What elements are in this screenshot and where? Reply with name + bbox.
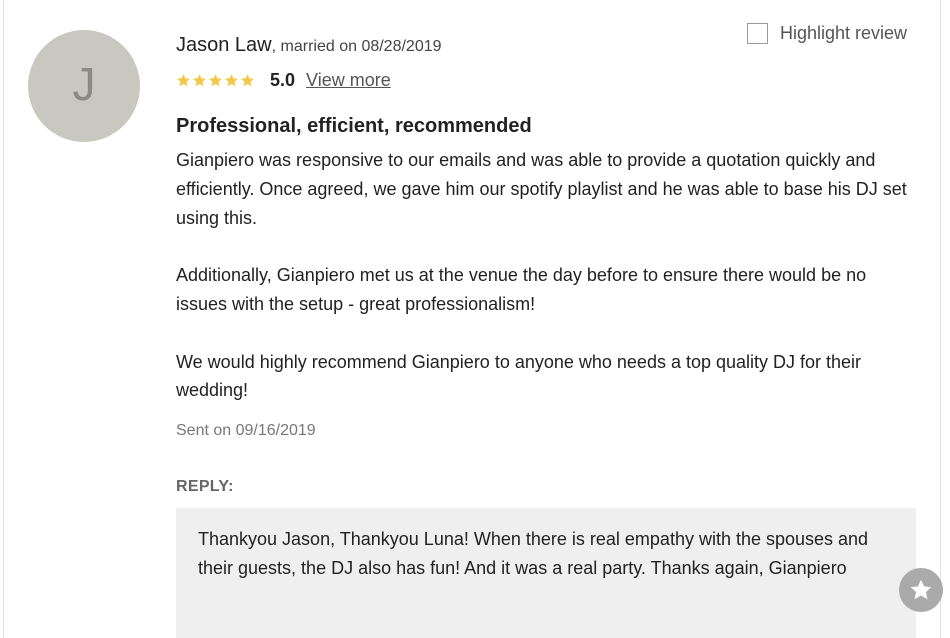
star-icon	[176, 73, 191, 88]
review-paragraph: Gianpiero was responsive to our emails a…	[176, 150, 907, 228]
author-name: Jason Law	[176, 34, 272, 56]
rating-line: 5.0 View more	[176, 67, 916, 93]
sent-date: Sent on 09/16/2019	[176, 422, 316, 440]
star-badge-icon	[908, 577, 934, 603]
review-paragraph: We would highly recommend Gianpiero to a…	[176, 351, 862, 401]
favorite-button[interactable]	[899, 568, 943, 612]
view-more-link[interactable]: View more	[306, 70, 391, 91]
rating-stars	[176, 73, 256, 88]
review-paragraph: Additionally, Gianpiero met us at the ve…	[176, 265, 867, 314]
star-icon	[192, 73, 207, 88]
star-icon	[240, 73, 255, 88]
star-icon	[224, 73, 239, 88]
review-title: Professional, efficient, recommended	[176, 115, 532, 137]
review-content: Jason Law, married on 08/28/2019 5.0 Vie…	[176, 30, 916, 638]
author-line: Jason Law, married on 08/28/2019	[176, 30, 916, 62]
star-icon	[208, 73, 223, 88]
avatar: J	[28, 30, 140, 142]
married-date: , married on 08/28/2019	[271, 38, 442, 55]
reply-text: Thankyou Jason, Thankyou Luna! When ther…	[198, 529, 869, 578]
avatar-initial: J	[72, 58, 96, 110]
reply-box: Thankyou Jason, Thankyou Luna! When ther…	[176, 508, 916, 638]
reply-label: REPLY:	[176, 478, 234, 496]
review-body: Gianpiero was responsive to our emails a…	[176, 146, 916, 405]
rating-score: 5.0	[270, 69, 296, 90]
